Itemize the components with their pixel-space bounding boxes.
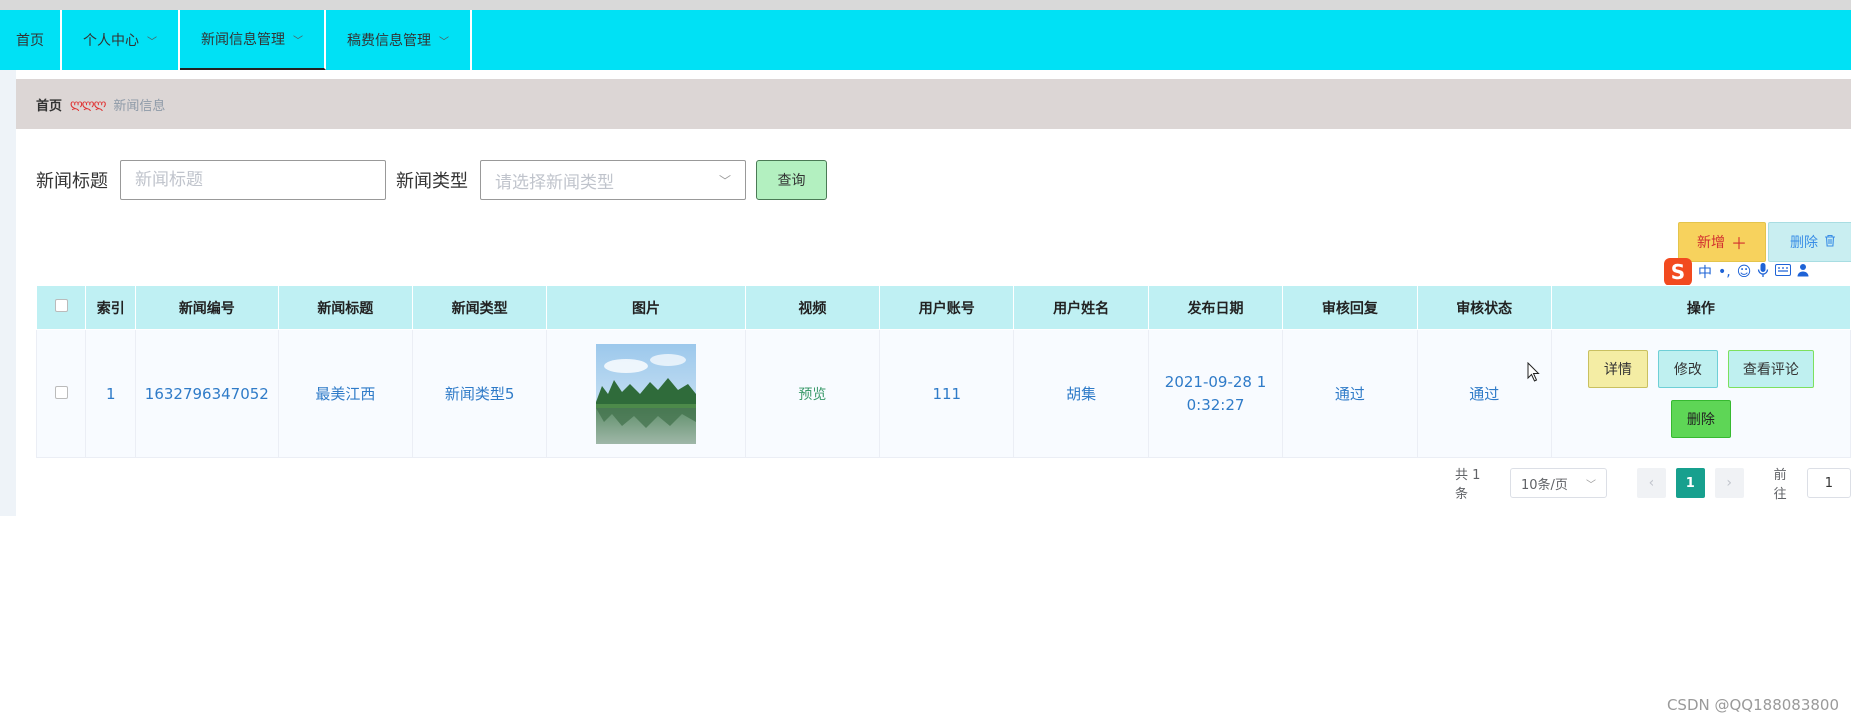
table-header: 操作 <box>1550 285 1851 330</box>
plus-icon: ＋ <box>1730 234 1747 253</box>
table-header: 发布日期 <box>1147 285 1284 330</box>
batch-delete-button[interactable]: 删除 <box>1768 222 1851 262</box>
cell-image <box>546 329 746 458</box>
type-search-label: 新闻类型 <box>396 171 468 192</box>
cell-type: 新闻类型5 <box>411 329 548 458</box>
nav-item-label: 新闻信息管理 <box>201 32 285 48</box>
cell-video: 预览 <box>744 329 881 458</box>
page-number-current[interactable]: 1 <box>1675 468 1705 498</box>
cell-operations: 详情 修改 查看评论 删除 <box>1550 329 1851 458</box>
nav-item-home[interactable]: 首页 <box>0 10 62 70</box>
chevron-down-icon: ﹀ <box>1586 479 1596 491</box>
row-checkbox[interactable] <box>54 385 68 399</box>
row-operations: 详情 修改 查看评论 删除 <box>1552 349 1850 438</box>
table-header: 审核状态 <box>1416 285 1552 330</box>
query-button[interactable]: 查询 <box>756 160 827 200</box>
video-preview-link[interactable]: 预览 <box>798 387 826 403</box>
cell-status: 通过 <box>1416 329 1552 458</box>
mouse-cursor-icon <box>1527 361 1541 382</box>
cell-news-no: 1632796347052 <box>134 329 279 458</box>
row-delete-button[interactable]: 删除 <box>1670 399 1731 438</box>
delete-button-label: 删除 <box>1790 235 1818 251</box>
type-select-placeholder: 请选择新闻类型 <box>495 172 614 193</box>
table-header: 索引 <box>85 285 136 330</box>
title-search-label: 新闻标题 <box>36 171 108 192</box>
user-icon[interactable] <box>1797 263 1813 281</box>
type-select[interactable]: 请选择新闻类型 ﹀ <box>480 160 746 200</box>
nav-item-label: 个人中心 <box>83 33 139 49</box>
detail-button[interactable]: 详情 <box>1587 349 1648 388</box>
table-header: 图片 <box>546 285 746 330</box>
ime-logo-icon[interactable]: S <box>1664 258 1692 286</box>
table-header: 新闻类型 <box>411 285 548 330</box>
window-top-strip <box>0 0 1851 10</box>
nav-item-label: 首页 <box>16 33 44 49</box>
top-navbar: 首页 个人中心 ﹀ 新闻信息管理 ﹀ 稿费信息管理 ﹀ <box>0 10 1851 70</box>
header-select-all[interactable] <box>35 285 87 330</box>
chevron-left-icon: ‹ <box>1648 475 1655 491</box>
microphone-icon[interactable] <box>1757 262 1769 282</box>
cell-title: 最美江西 <box>277 329 413 458</box>
cell-date: 2021-09-28 10:32:27 <box>1147 329 1284 458</box>
cell-index: 1 <box>85 329 136 458</box>
select-all-checkbox[interactable] <box>54 299 68 312</box>
page-size-select[interactable]: 10条/页 ﹀ <box>1509 468 1607 498</box>
next-page-button[interactable]: › <box>1714 468 1744 498</box>
cell-name: 胡集 <box>1013 329 1149 458</box>
table-header: 视频 <box>744 285 881 330</box>
keyboard-icon[interactable] <box>1775 264 1792 280</box>
nav-item-personal-center[interactable]: 个人中心 ﹀ <box>62 10 180 70</box>
watermark: CSDN @QQ188083800 <box>1666 696 1839 714</box>
pagination: 共 1 条 10条/页 ﹀ ‹ 1 › 前往 1 <box>1455 468 1851 502</box>
nav-item-label: 稿费信息管理 <box>347 33 431 49</box>
cell-reply: 通过 <box>1282 329 1418 458</box>
chevron-down-icon: ﹀ <box>439 36 449 48</box>
table-header: 新闻标题 <box>277 285 413 330</box>
cell-account: 111 <box>879 329 1015 458</box>
view-comments-button[interactable]: 查看评论 <box>1727 349 1814 388</box>
breadcrumb-current: 新闻信息 <box>113 98 166 114</box>
add-button[interactable]: 新增 ＋ <box>1678 222 1766 262</box>
nav-item-news-management[interactable]: 新闻信息管理 ﹀ <box>180 10 326 70</box>
table-header: 用户姓名 <box>1013 285 1149 330</box>
news-table: 索引 新闻编号 新闻标题 新闻类型 图片 视频 用户账号 用户姓名 发布日期 审… <box>35 285 1851 458</box>
page-size-value: 10条/页 <box>1520 477 1568 493</box>
goto-label: 前往 <box>1773 468 1787 502</box>
prev-page-button[interactable]: ‹ <box>1637 468 1666 498</box>
chevron-right-icon: › <box>1726 475 1732 491</box>
emoji-icon[interactable]: ☺ <box>1737 264 1752 280</box>
row-select-cell <box>35 329 87 458</box>
table-header: 新闻编号 <box>134 285 279 330</box>
news-image-thumbnail[interactable] <box>596 343 696 444</box>
edit-button[interactable]: 修改 <box>1657 349 1718 388</box>
ime-toolbar: S 中 •, ☺ <box>1664 258 1813 286</box>
chevron-down-icon: ﹀ <box>147 36 157 48</box>
breadcrumb: 首页 ლლლ 新闻信息 <box>16 79 1851 129</box>
table-header-row: 索引 新闻编号 新闻标题 新闻类型 图片 视频 用户账号 用户姓名 发布日期 审… <box>35 285 1851 330</box>
left-sidebar-strip <box>0 70 16 516</box>
table-header: 审核回复 <box>1282 285 1418 330</box>
search-form: 新闻标题 新闻类型 请选择新闻类型 ﹀ 查询 <box>36 160 827 200</box>
trash-icon <box>1824 234 1836 251</box>
chevron-down-icon: ﹀ <box>293 35 303 47</box>
table-header: 用户账号 <box>879 285 1015 330</box>
ime-mode[interactable]: 中 <box>1698 262 1712 282</box>
chevron-down-icon: ﹀ <box>718 173 731 188</box>
breadcrumb-home[interactable]: 首页 <box>36 95 62 114</box>
goto-page-input[interactable]: 1 <box>1806 468 1851 498</box>
punctuation-icon[interactable]: •, <box>1718 264 1731 280</box>
add-button-label: 新增 <box>1696 235 1725 251</box>
breadcrumb-separator: ლლლ <box>70 97 106 111</box>
table-row: 1 1632796347052 最美江西 新闻类型5 预览 111 胡集 202… <box>35 329 1851 458</box>
pagination-total: 共 1 条 <box>1455 468 1481 502</box>
title-search-input[interactable] <box>120 160 386 200</box>
nav-item-fee-management[interactable]: 稿费信息管理 ﹀ <box>326 10 472 70</box>
